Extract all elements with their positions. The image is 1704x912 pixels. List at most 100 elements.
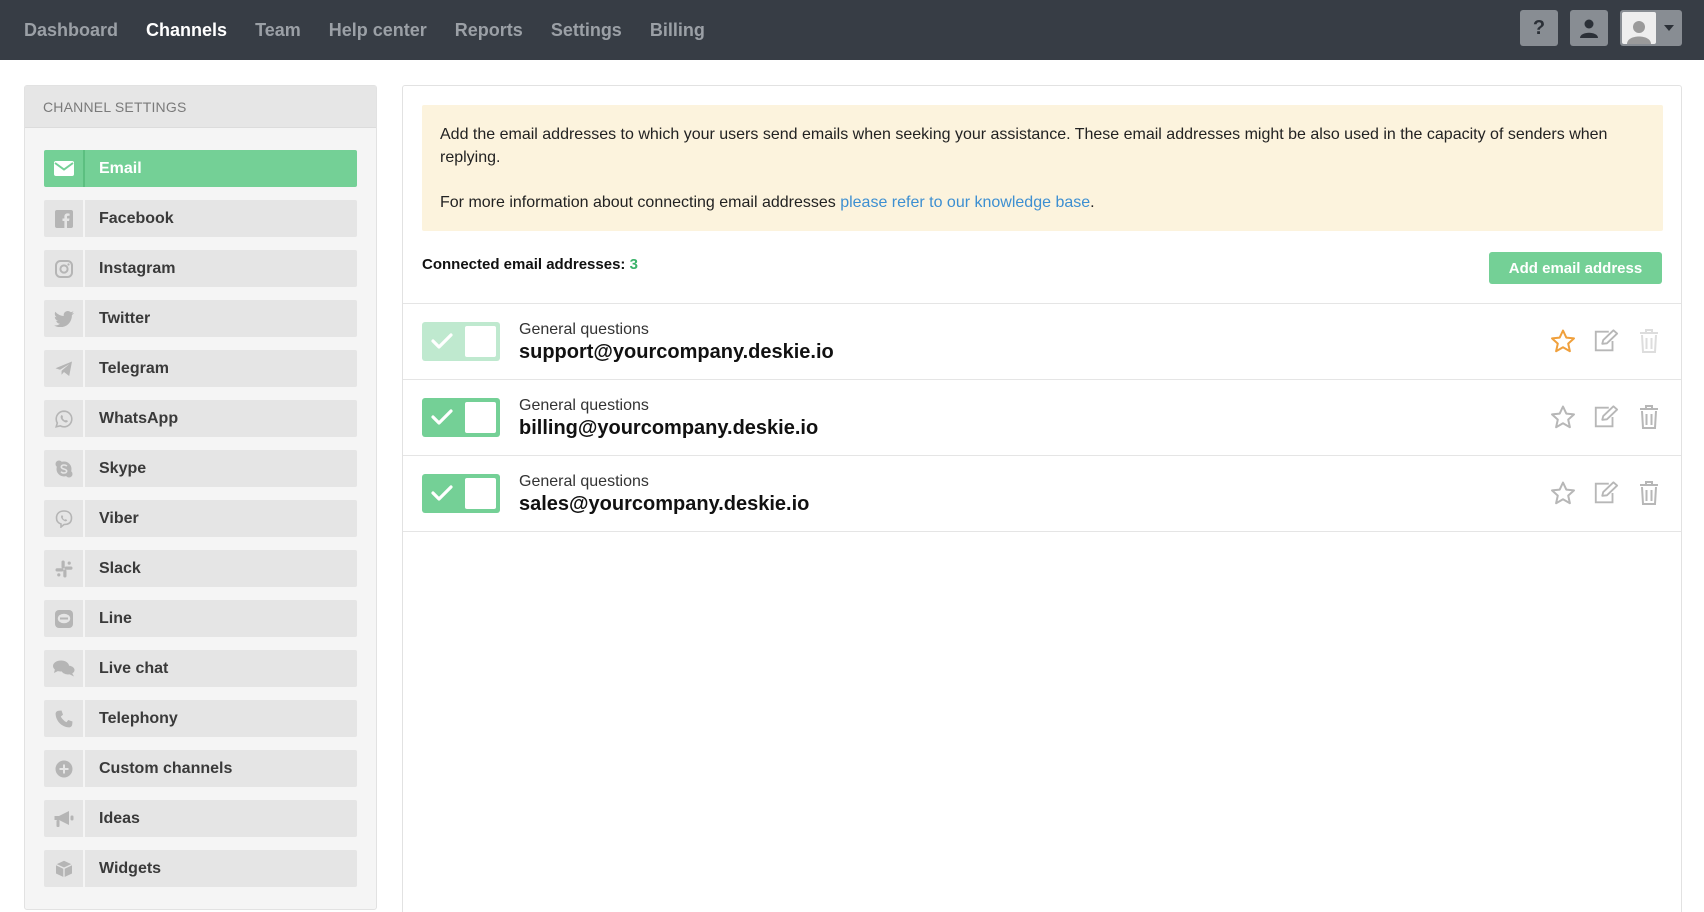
email-row-actions <box>1550 404 1662 430</box>
sidebar-item-label: Telephony <box>99 709 178 727</box>
sidebar-item-whatsapp[interactable]: WhatsApp <box>44 400 357 437</box>
sidebar-item-widgets[interactable]: Widgets <box>44 850 357 887</box>
sidebar-item-viber[interactable]: Viber <box>44 500 357 537</box>
sidebar-item-live-chat[interactable]: Live chat <box>44 650 357 687</box>
profile-button[interactable] <box>1570 10 1608 46</box>
connected-count-value: 3 <box>629 256 638 273</box>
email-group-label: General questions <box>519 321 649 338</box>
edit-icon[interactable] <box>1593 404 1619 430</box>
top-actions: ? <box>1520 10 1682 46</box>
trash-icon[interactable] <box>1636 328 1662 354</box>
trash-icon[interactable] <box>1636 404 1662 430</box>
line-icon <box>44 600 85 637</box>
nav-channels[interactable]: Channels <box>146 20 227 41</box>
sidebar-item-custom-channels[interactable]: Custom channels <box>44 750 357 787</box>
plus-circle-icon <box>44 750 85 787</box>
sidebar-item-email[interactable]: Email <box>44 150 357 187</box>
check-icon <box>431 485 453 501</box>
sidebar-item-telephony[interactable]: Telephony <box>44 700 357 737</box>
sidebar-item-label: Line <box>99 609 132 627</box>
star-icon[interactable] <box>1550 480 1576 506</box>
sidebar-item-facebook[interactable]: Facebook <box>44 200 357 237</box>
add-email-address-button[interactable]: Add email address <box>1489 252 1662 284</box>
info-notice: Add the email addresses to which your us… <box>422 105 1663 231</box>
sidebar-item-label: Widgets <box>99 859 162 877</box>
sidebar-item-telegram[interactable]: Telegram <box>44 350 357 387</box>
sidebar-item-label: Slack <box>99 559 141 577</box>
viber-icon <box>44 500 85 537</box>
cube-icon <box>44 850 85 887</box>
check-icon <box>431 409 453 425</box>
nav-team[interactable]: Team <box>255 20 301 41</box>
email-enabled-toggle[interactable] <box>422 474 500 513</box>
nav-dashboard[interactable]: Dashboard <box>24 20 118 41</box>
sidebar-item-instagram[interactable]: Instagram <box>44 250 357 287</box>
sidebar-item-label: Email <box>99 159 142 177</box>
email-row-actions <box>1550 328 1662 354</box>
knowledge-base-link[interactable]: please refer to our knowledge base <box>840 194 1090 211</box>
email-group-label: General questions <box>519 397 649 414</box>
channel-list: Email Facebook Instagram Twitter Telegra <box>44 150 357 900</box>
trash-icon[interactable] <box>1636 480 1662 506</box>
toggle-knob <box>465 326 496 357</box>
help-button[interactable]: ? <box>1520 10 1558 46</box>
email-address: sales@yourcompany.deskie.io <box>519 493 810 515</box>
question-icon: ? <box>1532 16 1546 39</box>
chevron-down-icon <box>1664 25 1674 31</box>
star-icon[interactable] <box>1550 404 1576 430</box>
account-menu-button[interactable] <box>1620 10 1682 46</box>
skype-icon <box>44 450 85 487</box>
connected-count: Connected email addresses: 3 <box>422 256 638 273</box>
whatsapp-icon <box>44 400 85 437</box>
sidebar-item-label: Instagram <box>99 259 176 277</box>
twitter-icon <box>44 300 85 337</box>
main-nav: Dashboard Channels Team Help center Repo… <box>24 0 733 60</box>
nav-help-center[interactable]: Help center <box>329 20 427 41</box>
sidebar-item-label: Viber <box>99 509 139 527</box>
envelope-icon <box>44 150 85 187</box>
sidebar-item-label: Skype <box>99 459 147 477</box>
email-address: support@yourcompany.deskie.io <box>519 341 834 363</box>
email-group-label: General questions <box>519 473 649 490</box>
channel-settings-sidebar: CHANNEL SETTINGS Email Facebook Instagra… <box>24 85 377 910</box>
facebook-icon <box>44 200 85 237</box>
top-navigation-bar: Dashboard Channels Team Help center Repo… <box>0 0 1704 60</box>
notice-text: Add the email addresses to which your us… <box>440 126 1608 166</box>
sidebar-item-label: Custom channels <box>99 759 233 777</box>
email-enabled-toggle[interactable] <box>422 398 500 437</box>
sidebar-item-skype[interactable]: Skype <box>44 450 357 487</box>
email-row: General questions support@yourcompany.de… <box>403 304 1681 380</box>
avatar-icon <box>1622 12 1656 44</box>
nav-settings[interactable]: Settings <box>551 20 622 41</box>
sidebar-item-twitter[interactable]: Twitter <box>44 300 357 337</box>
email-channel-panel: Add the email addresses to which your us… <box>402 85 1682 912</box>
star-icon[interactable] <box>1550 328 1576 354</box>
sidebar-item-label: Telegram <box>99 359 169 377</box>
toggle-knob <box>465 478 496 509</box>
email-address: billing@yourcompany.deskie.io <box>519 417 819 439</box>
notice-kb-line: For more information about connecting em… <box>440 191 1645 214</box>
telegram-icon <box>44 350 85 387</box>
sidebar-item-line[interactable]: Line <box>44 600 357 637</box>
edit-icon[interactable] <box>1593 328 1619 354</box>
nav-billing[interactable]: Billing <box>650 20 705 41</box>
sidebar-item-ideas[interactable]: Ideas <box>44 800 357 837</box>
notice-kb-suffix: . <box>1090 194 1095 211</box>
notice-kb-prefix: For more information about connecting em… <box>440 194 841 211</box>
email-enabled-toggle[interactable] <box>422 322 500 361</box>
sidebar-item-label: Ideas <box>99 809 140 827</box>
slack-icon <box>44 550 85 587</box>
connected-label: Connected email addresses: <box>422 256 626 273</box>
sidebar-item-label: Facebook <box>99 209 174 227</box>
nav-reports[interactable]: Reports <box>455 20 523 41</box>
toggle-knob <box>465 402 496 433</box>
instagram-icon <box>44 250 85 287</box>
email-row: General questions sales@yourcompany.desk… <box>403 456 1681 532</box>
chat-icon <box>44 650 85 687</box>
edit-icon[interactable] <box>1593 480 1619 506</box>
sidebar-item-slack[interactable]: Slack <box>44 550 357 587</box>
sidebar-title: CHANNEL SETTINGS <box>25 86 376 128</box>
sidebar-item-label: Live chat <box>99 659 169 677</box>
phone-icon <box>44 700 85 737</box>
megaphone-icon <box>44 800 85 837</box>
